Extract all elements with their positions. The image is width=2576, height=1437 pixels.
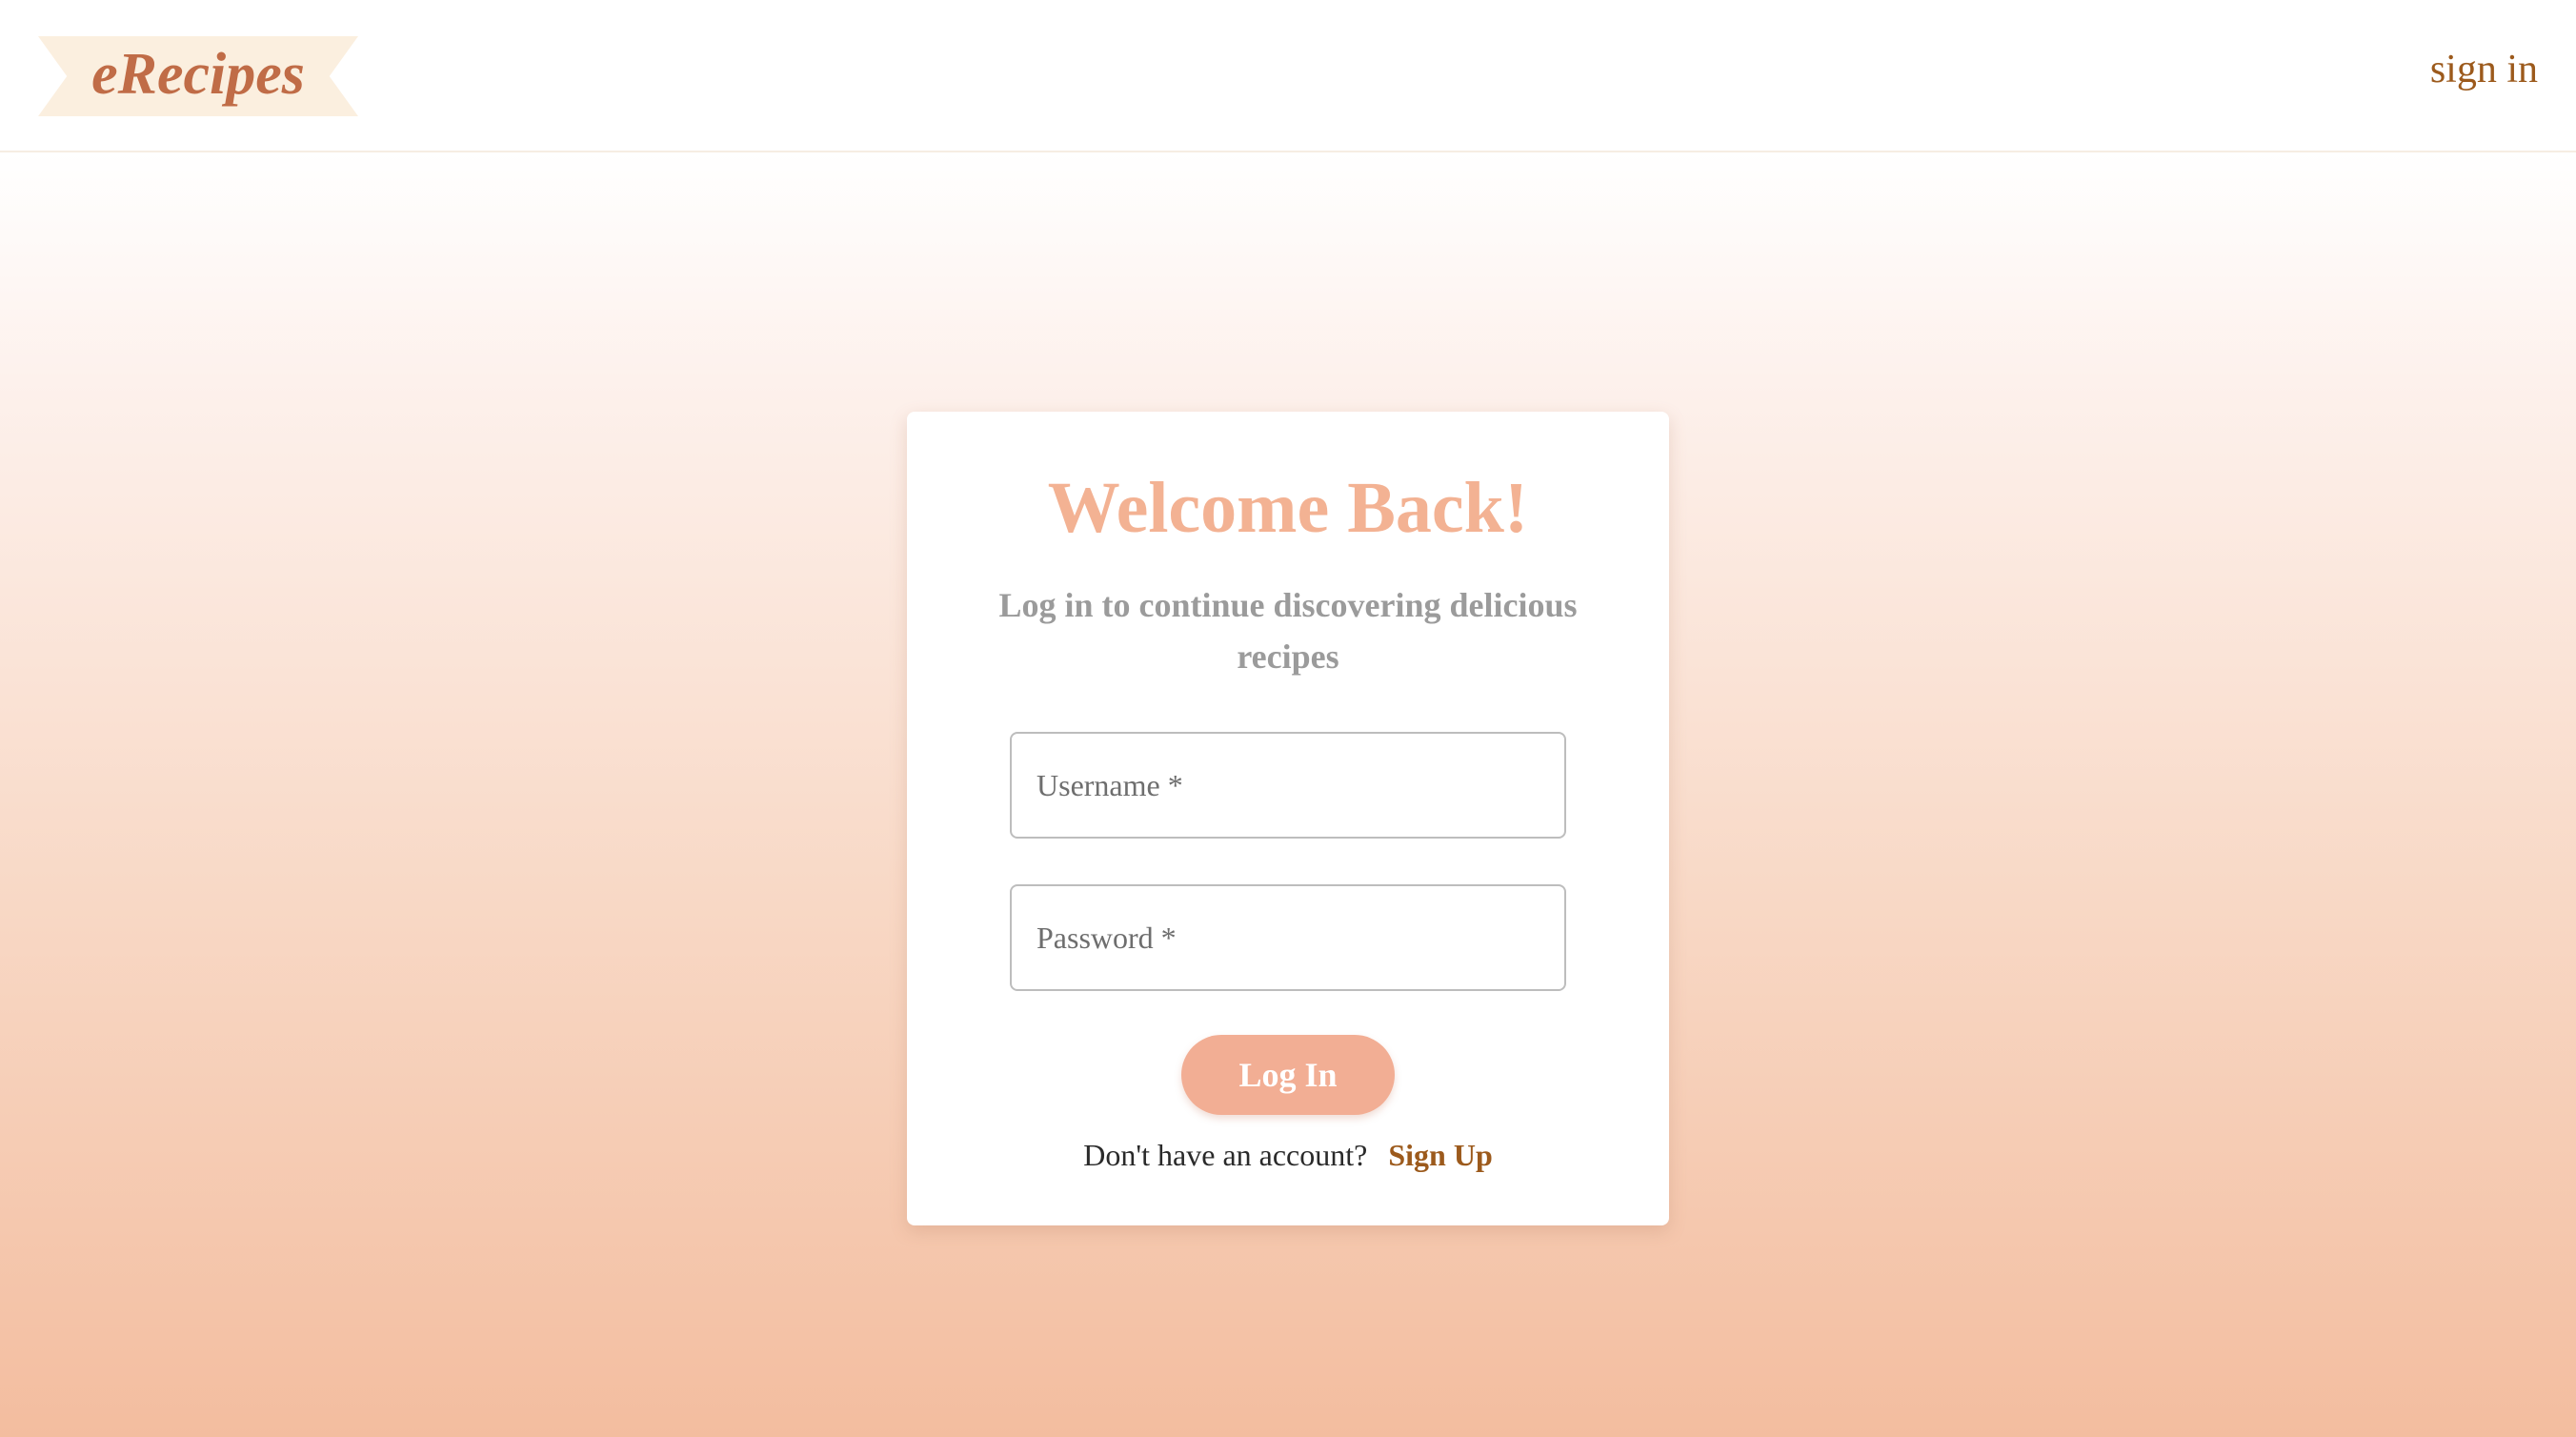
login-button[interactable]: Log In bbox=[1181, 1035, 1395, 1115]
username-input[interactable] bbox=[1012, 734, 1564, 837]
login-title: Welcome Back! bbox=[1047, 468, 1529, 548]
top-navbar: eRecipes sign in bbox=[0, 0, 2576, 152]
password-input[interactable] bbox=[1012, 886, 1564, 989]
logo-banner[interactable]: eRecipes bbox=[38, 36, 358, 116]
login-subtitle: Log in to continue discovering delicious… bbox=[998, 586, 1578, 676]
signup-link[interactable]: Sign Up bbox=[1388, 1138, 1492, 1172]
password-field[interactable] bbox=[1010, 884, 1566, 991]
login-card: Welcome Back! Log in to continue discove… bbox=[907, 412, 1669, 1225]
signin-link[interactable]: sign in bbox=[2430, 50, 2538, 90]
signup-prompt: Don't have an account? bbox=[1083, 1138, 1368, 1172]
signup-row: Don't have an account? Sign Up bbox=[907, 1136, 1669, 1176]
logo-text: eRecipes bbox=[91, 42, 305, 107]
username-field[interactable] bbox=[1010, 732, 1566, 839]
